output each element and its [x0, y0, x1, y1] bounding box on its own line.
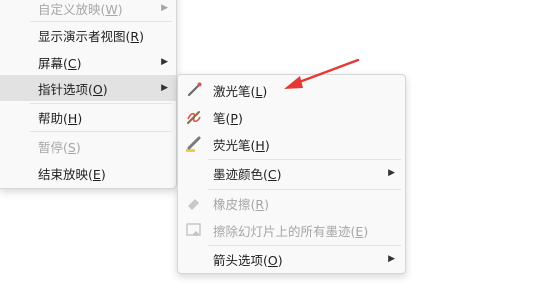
red-arrow-annotation: [284, 58, 360, 89]
